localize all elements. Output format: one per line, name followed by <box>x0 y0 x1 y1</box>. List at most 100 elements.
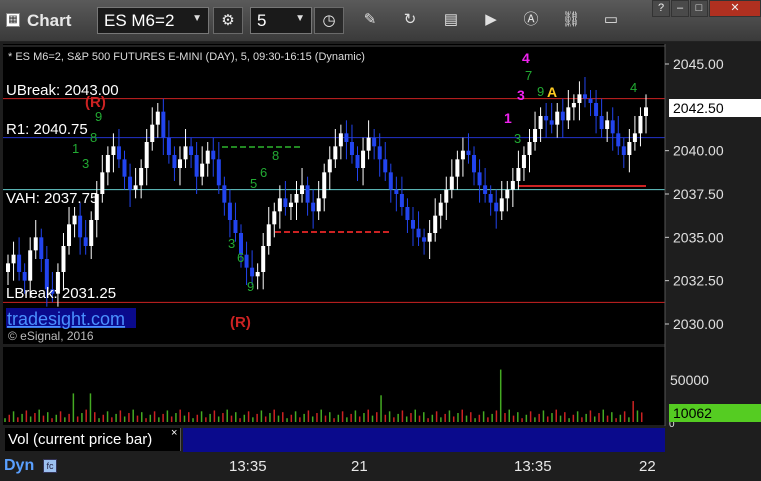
pencil-icon[interactable]: ✎ <box>360 10 380 30</box>
r-marker-bottom: (R) <box>230 314 251 331</box>
candle-body <box>588 98 593 103</box>
candle-body <box>216 159 221 186</box>
price-tick-label: 2037.50 <box>673 186 724 202</box>
count-digit: 4 <box>630 80 637 95</box>
interval-value: 5 <box>257 11 267 30</box>
candle-body <box>388 172 393 190</box>
candle-body <box>455 159 460 177</box>
count-digit: 9 <box>247 279 254 294</box>
current-volume-badge: 10062 <box>669 404 761 422</box>
link-icon[interactable]: ⛓ <box>561 10 581 30</box>
time-button[interactable]: ◷ <box>314 7 344 34</box>
candle-body <box>244 254 249 268</box>
watermark-link: tradesight.com <box>7 309 125 329</box>
chart-area[interactable]: 13895683697934 * ES M6=2, S&P 500 FUTURE… <box>0 42 761 481</box>
symbol-input[interactable]: ES M6=2 ▼ <box>97 7 209 34</box>
alert-icon[interactable]: Ⓐ <box>521 10 541 30</box>
count-4-marker: 4 <box>522 50 530 66</box>
candle-body <box>427 233 432 242</box>
candle-body <box>33 237 38 251</box>
candle-body <box>105 155 110 173</box>
candle-body <box>133 185 138 190</box>
candle-body <box>83 237 88 246</box>
candle-body <box>205 150 210 164</box>
volume-legend: Vol (current price bar) <box>5 428 181 451</box>
candle-body <box>361 150 366 168</box>
message-icon[interactable]: ▭ <box>601 10 621 30</box>
price-tick-label: 2040.00 <box>673 143 724 159</box>
candle-body <box>283 198 288 207</box>
candle-body <box>538 116 543 129</box>
count-digit: 9 <box>95 109 102 124</box>
candle-body <box>433 215 438 233</box>
candle-body <box>194 155 199 177</box>
dynamic-mode-label[interactable]: Dyn <box>4 457 34 475</box>
candle-body <box>11 254 16 264</box>
candle-body <box>266 224 271 246</box>
count-digit: 8 <box>272 148 279 163</box>
chevron-down-icon[interactable]: ▼ <box>192 13 202 24</box>
candle-body <box>399 194 404 207</box>
candle-body <box>222 185 227 203</box>
candle-body <box>555 111 560 125</box>
candle-body <box>250 267 255 277</box>
time-label-4: 22 <box>639 458 656 475</box>
close-volume-icon[interactable]: × <box>171 427 177 439</box>
candle-body <box>139 168 144 186</box>
candle-body <box>300 185 305 194</box>
candle-body <box>39 237 44 259</box>
time-label-2: 21 <box>351 458 368 475</box>
candle-body <box>166 137 171 155</box>
count-digit: 6 <box>237 250 244 265</box>
candle-body <box>394 189 399 194</box>
candle-body <box>200 163 205 177</box>
candle-body <box>460 150 465 160</box>
current-price-badge: 2042.50 <box>669 99 761 117</box>
candle-body <box>510 181 515 190</box>
lbreak-label: LBreak: 2031.25 <box>6 285 116 302</box>
candle-body <box>527 142 532 155</box>
candle-body <box>211 150 216 160</box>
count-digit: 8 <box>90 130 97 145</box>
time-label-3: 13:35 <box>514 458 552 475</box>
candle-body <box>416 228 421 238</box>
play-icon[interactable]: ▶ <box>481 10 501 30</box>
candle-body <box>311 202 316 212</box>
candle-body <box>521 155 526 168</box>
candle-body <box>67 224 72 246</box>
minimize-button[interactable]: – <box>671 0 689 17</box>
candle-body <box>627 142 632 155</box>
count-3-marker: 3 <box>517 87 525 103</box>
chart-header: * ES M6=2, S&P 500 FUTURES E-MINI (DAY),… <box>8 51 365 63</box>
candle-body <box>322 172 327 199</box>
count-digit: 3 <box>228 236 235 251</box>
interval-input[interactable]: 5 ▼ <box>250 7 312 34</box>
fc-icon[interactable]: fc <box>43 459 57 473</box>
close-button[interactable]: ✕ <box>709 0 761 17</box>
candle-body <box>150 124 155 142</box>
candle-body <box>533 129 538 142</box>
symbol-value: ES M6=2 <box>104 11 175 30</box>
get-data-icon[interactable]: ▤ <box>441 10 461 30</box>
chevron-down-icon[interactable]: ▼ <box>295 13 305 24</box>
candle-body <box>233 220 238 233</box>
candle-body <box>494 202 499 212</box>
candle-body <box>472 155 477 173</box>
refresh-chart-icon[interactable]: ↻ <box>400 10 420 30</box>
a-marker: A <box>547 84 557 100</box>
candle-body <box>483 185 488 194</box>
price-chart[interactable]: 13895683697934 * ES M6=2, S&P 500 FUTURE… <box>0 42 761 481</box>
candle-body <box>128 176 133 190</box>
candle-body <box>111 146 116 155</box>
count-1-marker: 1 <box>504 110 512 126</box>
candle-body <box>288 202 293 207</box>
count-digit: 1 <box>72 141 79 156</box>
candle-body <box>261 246 266 272</box>
help-button[interactable]: ? <box>652 0 670 17</box>
maximize-button[interactable]: □ <box>690 0 708 17</box>
candle-body <box>410 220 415 229</box>
candle-body <box>438 202 443 216</box>
candle-body <box>22 272 27 281</box>
settings-gear-button[interactable]: ⚙ <box>213 7 243 34</box>
candle-body <box>477 172 482 186</box>
